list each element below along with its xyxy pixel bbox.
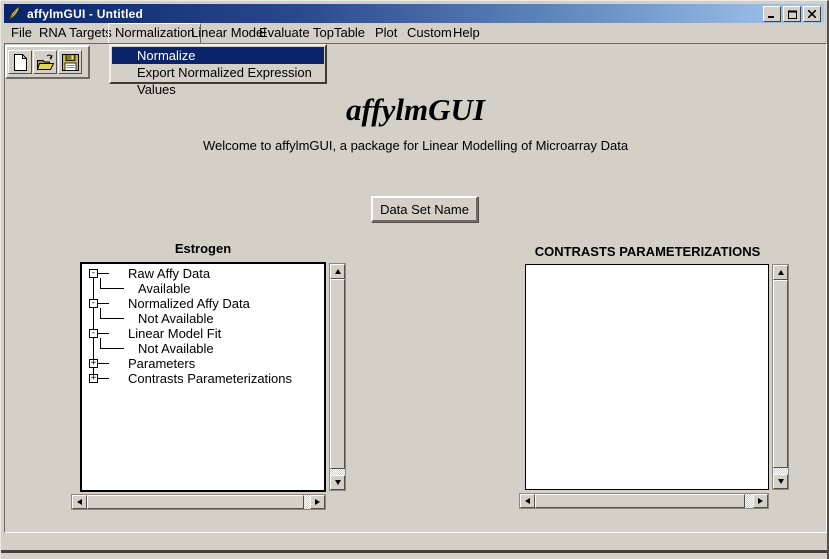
scroll-up-icon <box>778 270 784 275</box>
normalization-dropdown-menu: Normalize Export Normalized Expression V… <box>109 44 327 84</box>
right-panel-hscrollbar[interactable] <box>519 493 769 509</box>
tree-row: - Normalized Affy Data <box>82 296 324 311</box>
tree-item-contrasts-parameterizations[interactable]: Contrasts Parameterizations <box>128 371 292 386</box>
tree-row: + Parameters <box>82 356 324 371</box>
scroll-left-button[interactable] <box>520 494 535 508</box>
right-panel-header: CONTRASTS PARAMETERIZATIONS <box>505 244 790 259</box>
expand-icon[interactable]: + <box>89 374 98 383</box>
scroll-left-icon <box>525 498 530 504</box>
menu-custom[interactable]: Custom <box>404 23 455 42</box>
new-file-button[interactable] <box>8 50 32 74</box>
window-bottom-edge <box>1 550 827 553</box>
menu-item-export-normalized[interactable]: Export Normalized Expression Values <box>112 64 324 81</box>
new-file-icon <box>13 54 28 71</box>
left-panel-header: Estrogen <box>60 241 346 256</box>
scroll-up-button[interactable] <box>330 264 345 279</box>
dataset-tree: - Raw Affy Data Available - Normalized A… <box>82 264 324 490</box>
contrasts-listbox[interactable] <box>525 264 769 490</box>
collapse-icon[interactable]: - <box>89 299 98 308</box>
scroll-up-button[interactable] <box>773 265 788 280</box>
right-panel-vscrollbar[interactable] <box>772 264 789 490</box>
tree-item-raw-status[interactable]: Available <box>138 281 191 296</box>
tree-item-normalized-affy-data[interactable]: Normalized Affy Data <box>128 296 250 311</box>
window-title: affylmGUI - Untitled <box>27 7 143 21</box>
scroll-left-icon <box>77 499 82 505</box>
scroll-right-icon <box>758 498 763 504</box>
vscroll-thumb[interactable] <box>773 280 788 468</box>
scroll-right-icon <box>315 499 320 505</box>
welcome-text: Welcome to affylmGUI, a package for Line… <box>5 138 826 153</box>
collapse-icon[interactable]: - <box>89 329 98 338</box>
expand-icon[interactable]: + <box>89 359 98 368</box>
tree-row: + Contrasts Parameterizations <box>82 371 324 386</box>
hscroll-thumb[interactable] <box>87 495 304 509</box>
left-panel-vscrollbar[interactable] <box>329 263 346 491</box>
page-title: affylmGUI <box>5 92 826 128</box>
tree-item-linear-model-fit[interactable]: Linear Model Fit <box>128 326 221 341</box>
scroll-down-button[interactable] <box>773 474 788 489</box>
menu-bar: File RNA Targets Normalization Linear Mo… <box>4 23 824 43</box>
open-file-button[interactable] <box>33 50 57 74</box>
scroll-down-button[interactable] <box>330 475 345 490</box>
client-area: affylmGUI Welcome to affylmGUI, a packag… <box>4 43 827 533</box>
scroll-down-icon <box>778 479 784 484</box>
close-button[interactable] <box>803 6 821 22</box>
open-folder-icon <box>36 54 55 71</box>
collapse-icon[interactable]: - <box>89 269 98 278</box>
vscroll-thumb[interactable] <box>330 279 345 469</box>
save-floppy-icon <box>62 54 79 71</box>
toolbar <box>5 45 90 79</box>
menu-rna-targets[interactable]: RNA Targets <box>36 23 115 42</box>
hscroll-thumb[interactable] <box>535 494 745 508</box>
menu-evaluate[interactable]: Evaluate <box>256 23 313 42</box>
menu-item-normalize[interactable]: Normalize <box>112 47 324 64</box>
maximize-button[interactable] <box>783 6 801 22</box>
app-window: affylmGUI - Untitled File RNA Targets No… <box>0 0 829 559</box>
menu-help[interactable]: Help <box>450 23 483 42</box>
tree-row: Not Available <box>82 311 324 326</box>
menu-file[interactable]: File <box>8 23 35 42</box>
save-file-button[interactable] <box>58 50 82 74</box>
menu-toptable[interactable]: TopTable <box>310 23 368 42</box>
left-panel-hscrollbar[interactable] <box>71 494 326 510</box>
tree-item-normalized-status[interactable]: Not Available <box>138 311 214 326</box>
scroll-right-button[interactable] <box>310 495 325 509</box>
scroll-left-button[interactable] <box>72 495 87 509</box>
dataset-tree-box: - Raw Affy Data Available - Normalized A… <box>80 262 326 492</box>
minimize-button[interactable] <box>763 6 781 22</box>
data-set-name-button[interactable]: Data Set Name <box>371 196 478 222</box>
tree-item-raw-affy-data[interactable]: Raw Affy Data <box>128 266 210 281</box>
tree-row: - Linear Model Fit <box>82 326 324 341</box>
menu-plot[interactable]: Plot <box>372 23 400 42</box>
tree-row: - Raw Affy Data <box>82 266 324 281</box>
tree-item-linear-model-status[interactable]: Not Available <box>138 341 214 356</box>
tk-feather-icon <box>7 6 22 21</box>
minimize-icon <box>767 10 777 18</box>
close-icon <box>808 10 816 18</box>
window-controls <box>763 6 821 22</box>
scroll-up-icon <box>335 269 341 274</box>
tree-row: Available <box>82 281 324 296</box>
maximize-icon <box>788 10 797 19</box>
tree-item-parameters[interactable]: Parameters <box>128 356 195 371</box>
scroll-down-icon <box>335 480 341 485</box>
titlebar[interactable]: affylmGUI - Untitled <box>4 4 824 23</box>
scroll-right-button[interactable] <box>753 494 768 508</box>
tree-row: Not Available <box>82 341 324 356</box>
